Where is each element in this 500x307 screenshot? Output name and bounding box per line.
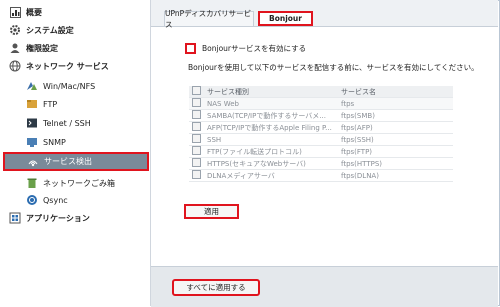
- apply-button[interactable]: 適用: [184, 204, 239, 219]
- service-name-cell: ftps(SMB): [338, 109, 453, 122]
- bonjour-description: Bonjourを使用して以下のサービスを配信する前に、サービスを有効にしてくださ…: [188, 63, 479, 72]
- service-name-cell: ftps(FTP): [338, 145, 453, 158]
- row-checkbox[interactable]: [192, 98, 201, 107]
- user-icon: [9, 42, 21, 54]
- row-checkbox[interactable]: [192, 170, 201, 179]
- sidebar-item-applications[interactable]: アプリケーション: [9, 210, 139, 226]
- sidebar-item-label: 権限設定: [26, 43, 58, 53]
- sidebar-item-telnet-ssh[interactable]: Telnet / SSH: [26, 115, 141, 131]
- row-checkbox[interactable]: [192, 158, 201, 167]
- service-type-cell: SAMBA(TCP/IPで動作するサーバメ...: [204, 109, 338, 122]
- table-row: DLNAメディアサーバ ftps(DLNA): [189, 169, 453, 182]
- sidebar-item-label: SNMP: [43, 137, 66, 147]
- select-all-checkbox[interactable]: [192, 86, 201, 95]
- sidebar-item-network-recycle-bin[interactable]: ネットワークごみ箱: [26, 175, 141, 191]
- table-row: FTP(ファイル転送プロトコル) ftps(FTP): [189, 145, 453, 158]
- sidebar-item-label: アプリケーション: [26, 213, 90, 223]
- applications-icon: [9, 212, 21, 224]
- sidebar-item-ftp[interactable]: FTP: [26, 96, 141, 112]
- enable-bonjour-checkbox[interactable]: [185, 43, 196, 54]
- sidebar-item-label: ネットワークごみ箱: [43, 178, 115, 188]
- service-type-cell: SSH: [204, 133, 338, 146]
- sidebar-item-overview[interactable]: 概要: [9, 4, 139, 20]
- tab-bar: UPnPディスカバリサービス Bonjour: [151, 0, 498, 29]
- sidebar-item-label: Win/Mac/NFS: [43, 81, 96, 91]
- service-type-cell: NAS Web: [204, 97, 338, 110]
- snmp-icon: [26, 136, 38, 148]
- apply-all-button[interactable]: すべてに適用する: [172, 279, 260, 296]
- row-checkbox[interactable]: [192, 110, 201, 119]
- sidebar-item-label: システム設定: [26, 25, 74, 35]
- overview-icon: [9, 6, 21, 18]
- table-row: HTTPS(セキュアなWebサーバ) ftps(HTTPS): [189, 157, 453, 170]
- services-table: サービス種別 サービス名 NAS Web ftps SAMBA(TCP/IPで動…: [189, 86, 453, 182]
- sidebar-item-privileges[interactable]: 権限設定: [9, 40, 139, 56]
- service-type-cell: AFP(TCP/IPで動作するApple Filing P...: [204, 121, 338, 134]
- sidebar-item-label: Qsync: [43, 195, 68, 205]
- qsync-icon: [26, 194, 38, 206]
- service-name-cell: ftps: [338, 97, 453, 110]
- sidebar-item-network-services[interactable]: ネットワーク サービス: [9, 58, 139, 74]
- tab-upnp-discovery[interactable]: UPnPディスカバリサービス: [164, 9, 254, 29]
- service-type-cell: FTP(ファイル転送プロトコル): [204, 145, 338, 158]
- table-header-row: サービス種別 サービス名: [189, 86, 453, 98]
- tab-bonjour[interactable]: Bonjour: [258, 11, 313, 26]
- recycle-bin-icon: [26, 177, 38, 189]
- enable-bonjour-label: Bonjourサービスを有効にする: [202, 44, 307, 53]
- row-checkbox[interactable]: [192, 134, 201, 143]
- service-name-cell: ftps(SSH): [338, 133, 453, 146]
- row-checkbox[interactable]: [192, 146, 201, 155]
- sidebar-item-label: ネットワーク サービス: [26, 61, 109, 71]
- sidebar: 概要 システム設定 権限設定 ネットワーク サービス Win/Mac/NFS F…: [0, 0, 151, 306]
- gear-icon: [9, 24, 21, 36]
- service-name-cell: ftps(AFP): [338, 121, 453, 134]
- sidebar-item-service-discovery[interactable]: サービス検出: [3, 152, 149, 171]
- service-type-cell: DLNAメディアサーバ: [204, 169, 338, 182]
- sidebar-item-win-mac-nfs[interactable]: Win/Mac/NFS: [26, 78, 141, 94]
- windows-icon: [26, 80, 38, 92]
- globe-icon: [9, 60, 21, 72]
- enable-bonjour-row: Bonjourサービスを有効にする: [185, 43, 306, 54]
- terminal-icon: [26, 117, 38, 129]
- sidebar-item-qsync[interactable]: Qsync: [26, 192, 141, 208]
- ftp-icon: [26, 98, 38, 110]
- sidebar-item-label: Telnet / SSH: [43, 118, 91, 128]
- row-checkbox[interactable]: [192, 122, 201, 131]
- sidebar-item-system-settings[interactable]: システム設定: [9, 22, 139, 38]
- service-name-cell: ftps(HTTPS): [338, 157, 453, 170]
- table-row: NAS Web ftps: [189, 97, 453, 110]
- service-name-cell: ftps(DLNA): [338, 169, 453, 182]
- column-header: サービス種別: [204, 86, 338, 98]
- service-discovery-icon: [27, 156, 39, 168]
- column-header: サービス名: [338, 86, 453, 98]
- service-type-cell: HTTPS(セキュアなWebサーバ): [204, 157, 338, 170]
- sidebar-item-label: サービス検出: [44, 157, 92, 166]
- sidebar-item-label: 概要: [26, 7, 42, 17]
- table-row: SAMBA(TCP/IPで動作するサーバメ... ftps(SMB): [189, 109, 453, 122]
- sidebar-item-label: FTP: [43, 99, 58, 109]
- sidebar-item-snmp[interactable]: SNMP: [26, 134, 141, 150]
- table-row: AFP(TCP/IPで動作するApple Filing P... ftps(AF…: [189, 121, 453, 134]
- table-row: SSH ftps(SSH): [189, 133, 453, 146]
